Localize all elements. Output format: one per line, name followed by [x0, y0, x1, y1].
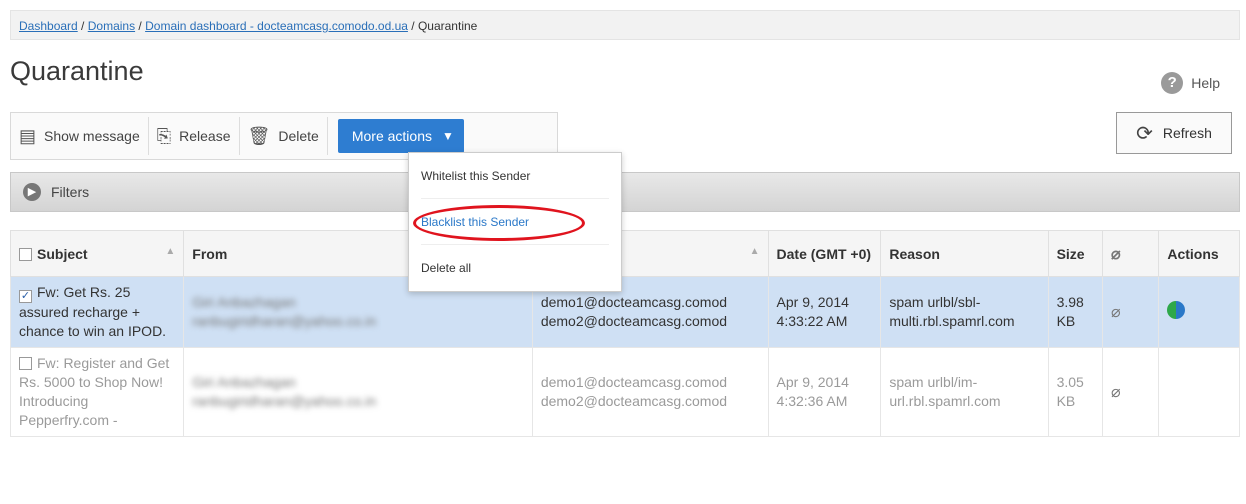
highlight-oval: [413, 205, 585, 241]
chevron-down-icon: ▼: [442, 129, 454, 143]
column-size[interactable]: Size: [1047, 230, 1103, 277]
sort-icon: ▲: [165, 245, 176, 257]
reason-cell: spam urlbl/sbl-multi.rbl.spamrl.com: [880, 276, 1049, 348]
actions-cell: [1158, 276, 1240, 348]
more-actions-button[interactable]: More actions ▼: [337, 119, 464, 153]
paperclip-icon: ⌀: [1110, 383, 1121, 401]
subject-cell: Fw: Register and Get Rs. 5000 to Shop No…: [9, 347, 185, 437]
column-reason[interactable]: Reason: [880, 230, 1049, 277]
actions-cell: [1158, 347, 1240, 437]
delete-button[interactable]: 🗑 Delete: [240, 117, 328, 155]
breadcrumb-domain-dashboard[interactable]: Domain dashboard - docteamcasg.comodo.od…: [145, 19, 408, 33]
table-header-row: Subject▲ From To▲ Date (GMT +0) Reason S…: [9, 230, 1240, 277]
attachment-cell: ⌀: [1101, 276, 1160, 348]
breadcrumb: Dashboard / Domains / Domain dashboard -…: [10, 10, 1240, 40]
row-checkbox[interactable]: ✓: [19, 290, 32, 303]
size-cell: 3.98 KB: [1047, 276, 1103, 348]
paperclip-icon: ⌀: [1110, 303, 1121, 321]
select-all-checkbox[interactable]: [19, 247, 32, 261]
menu-item-whitelist-sender[interactable]: Whitelist this Sender: [421, 153, 609, 199]
date-cell: Apr 9, 2014 4:33:22 AM: [767, 276, 882, 348]
column-actions: Actions: [1158, 230, 1240, 277]
column-date[interactable]: Date (GMT +0): [767, 230, 882, 277]
table-row[interactable]: ✓ Fw: Get Rs. 25 assured recharge + chanc…: [9, 276, 1240, 348]
refresh-icon: ⟳: [1136, 122, 1153, 145]
help-icon: ?: [1161, 72, 1184, 94]
column-attachment[interactable]: ⌀: [1101, 230, 1160, 277]
quarantine-table: Subject▲ From To▲ Date (GMT +0) Reason S…: [9, 230, 1240, 437]
more-actions-dropdown: Whitelist this Sender Blacklist this Sen…: [408, 152, 622, 292]
table-row[interactable]: Fw: Register and Get Rs. 5000 to Shop No…: [9, 347, 1240, 437]
chevron-right-icon: ▶: [23, 183, 41, 201]
page-title: Quarantine: [10, 56, 144, 86]
attachment-cell: ⌀: [1101, 347, 1160, 437]
menu-item-delete-all[interactable]: Delete all: [421, 245, 609, 291]
help-link[interactable]: ? Help: [1161, 72, 1220, 94]
column-subject[interactable]: Subject ▲: [9, 230, 185, 277]
release-action-icon[interactable]: [1167, 300, 1186, 319]
breadcrumb-current: Quarantine: [417, 19, 478, 33]
sort-icon: ▲: [749, 245, 760, 257]
date-cell: Apr 9, 2014 4:32:36 AM: [767, 347, 882, 437]
release-button[interactable]: ⎘ Release: [149, 117, 240, 155]
release-icon: ⎘: [156, 125, 172, 146]
filters-bar[interactable]: ▶ Filters: [10, 172, 1240, 212]
trash-icon: 🗑: [247, 125, 271, 146]
subject-cell: ✓ Fw: Get Rs. 25 assured recharge + chanc…: [9, 276, 185, 348]
to-cell: demo1@docteamcasg.comod demo2@docteamcasg…: [531, 347, 769, 437]
row-checkbox[interactable]: [19, 357, 32, 370]
message-icon: ▤: [19, 125, 37, 146]
size-cell: 3.05 KB: [1047, 347, 1103, 437]
from-cell: Giri Anbazhagan ranbugiridharan@yahoo.co.…: [183, 347, 533, 437]
help-label: Help: [1191, 75, 1220, 91]
paperclip-icon: ⌀: [1110, 245, 1121, 263]
refresh-button[interactable]: ⟳ Refresh: [1116, 112, 1232, 154]
show-message-button[interactable]: ▤ Show message: [11, 117, 149, 155]
breadcrumb-dashboard[interactable]: Dashboard: [19, 19, 78, 33]
breadcrumb-domains[interactable]: Domains: [88, 19, 135, 33]
menu-item-blacklist-sender[interactable]: Blacklist this Sender: [413, 199, 609, 245]
reason-cell: spam urlbl/im-url.rbl.spamrl.com: [880, 347, 1049, 437]
